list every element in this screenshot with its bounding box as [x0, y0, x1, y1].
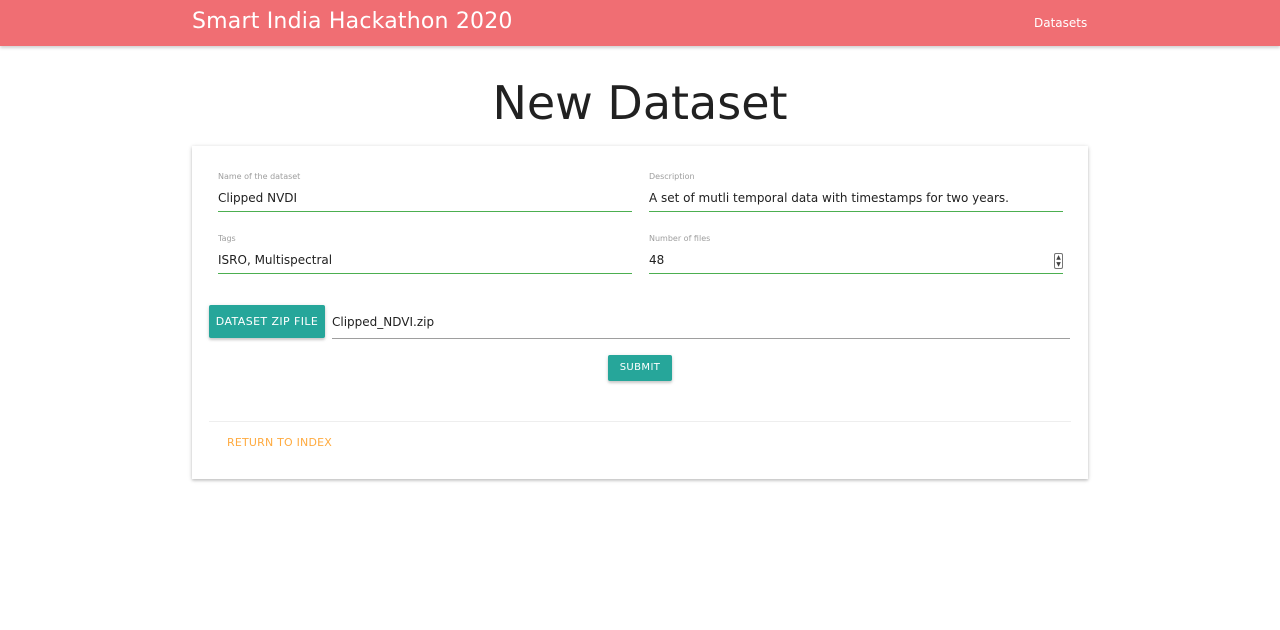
dataset-name-label: Name of the dataset	[218, 172, 301, 181]
file-path-value: Clipped_NDVI.zip	[332, 315, 435, 329]
number-of-files-field[interactable]: Number of files ▲ ▼	[649, 234, 1063, 274]
nav-link-datasets[interactable]: Datasets	[1034, 16, 1087, 30]
submit-button[interactable]: SUBMIT	[608, 355, 672, 381]
number-of-files-label: Number of files	[649, 234, 711, 243]
top-navbar: Smart India Hackathon 2020 Datasets	[0, 0, 1280, 46]
description-input[interactable]	[649, 191, 1063, 205]
description-label: Description	[649, 172, 695, 181]
description-field[interactable]: Description	[649, 172, 1063, 212]
number-stepper[interactable]: ▲ ▼	[1054, 253, 1063, 269]
tags-label: Tags	[218, 234, 236, 243]
card-action-divider	[209, 421, 1071, 422]
dataset-name-field[interactable]: Name of the dataset	[218, 172, 632, 212]
tags-input[interactable]	[218, 253, 632, 267]
brand-logo-link[interactable]: Smart India Hackathon 2020	[192, 9, 513, 34]
stepper-up-icon[interactable]: ▲	[1055, 254, 1062, 261]
dataset-name-input[interactable]	[218, 191, 632, 205]
return-to-index-link[interactable]: RETURN TO INDEX	[227, 436, 332, 449]
dataset-form-card: Name of the dataset Description Tags Num…	[192, 146, 1088, 479]
file-path-field[interactable]: Clipped_NDVI.zip	[332, 305, 1070, 339]
page-title: New Dataset	[492, 76, 788, 130]
stepper-down-icon[interactable]: ▼	[1055, 261, 1062, 268]
tags-field[interactable]: Tags	[218, 234, 632, 274]
number-of-files-input[interactable]	[649, 253, 1063, 267]
dataset-zip-file-button[interactable]: DATASET ZIP FILE	[209, 305, 325, 338]
